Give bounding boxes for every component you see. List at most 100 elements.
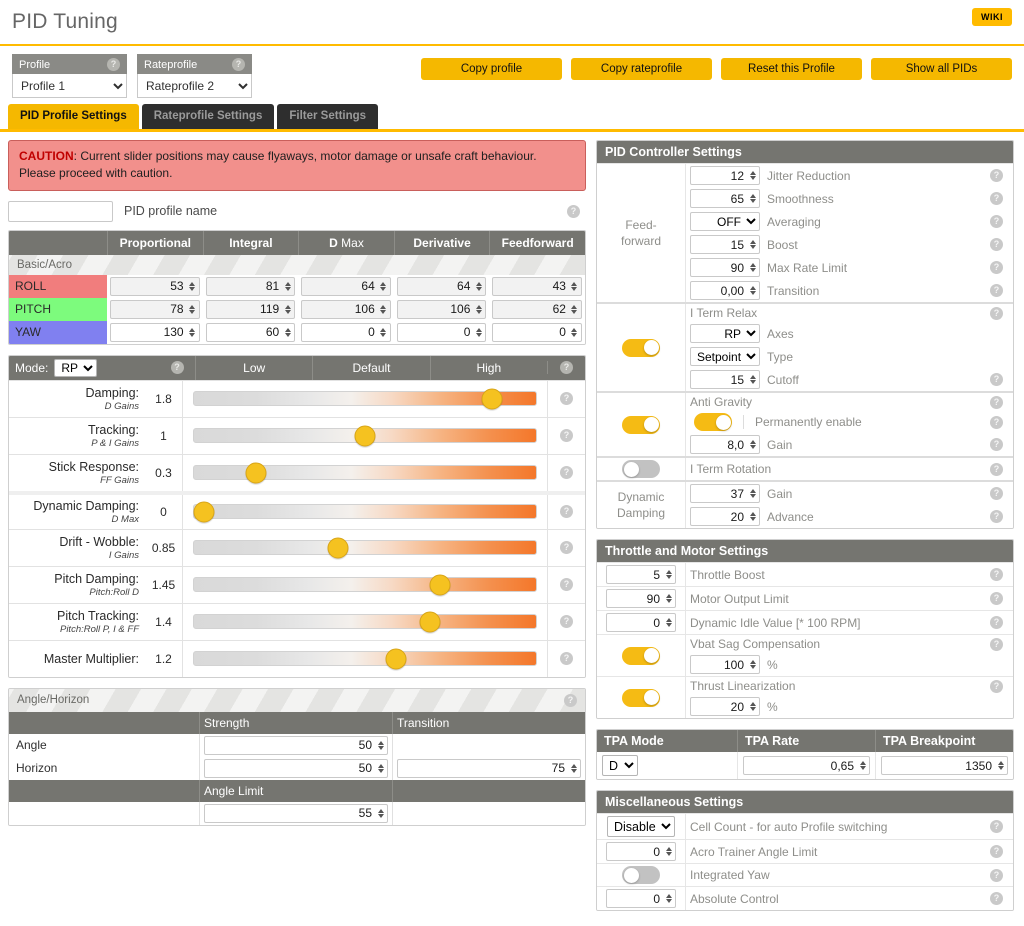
boost-stepper[interactable]: 15 — [690, 235, 760, 254]
slider-track-wrap[interactable] — [183, 604, 547, 640]
slider-track[interactable] — [193, 388, 537, 410]
help-icon[interactable]: ? — [232, 58, 245, 71]
vbat-sag-stepper[interactable]: 100 — [690, 655, 760, 674]
horizon-transition-stepper[interactable]: 75 — [397, 758, 581, 778]
slider-knob[interactable] — [429, 574, 451, 596]
help-icon[interactable]: ? — [990, 438, 1003, 451]
stepper-arrows[interactable] — [858, 760, 869, 771]
stepper-arrows[interactable] — [188, 304, 199, 315]
thrust-linearization-toggle[interactable] — [622, 688, 660, 707]
thrust-linearization-stepper[interactable]: 20 — [690, 697, 760, 716]
pitch-dmax-stepper[interactable]: 106 — [301, 299, 391, 319]
help-icon[interactable]: ? — [560, 578, 573, 592]
integrated-yaw-toggle[interactable] — [622, 866, 660, 884]
stepper-arrows[interactable] — [664, 846, 675, 857]
slider-knob[interactable] — [327, 537, 349, 559]
pid-profile-name-input[interactable] — [8, 200, 113, 222]
slider-knob[interactable] — [419, 611, 441, 633]
slider-track-wrap[interactable] — [183, 495, 547, 529]
dynamic-damping-advance-stepper[interactable]: 20 — [690, 507, 760, 526]
stepper-arrows[interactable] — [748, 488, 759, 499]
angle-strength-stepper[interactable]: 50 — [204, 735, 388, 755]
copy-rateprofile-button[interactable]: Copy rateprofile — [571, 58, 712, 80]
jitter-reduction-stepper[interactable]: 12 — [690, 166, 760, 185]
stepper-arrows[interactable] — [748, 439, 759, 450]
help-icon[interactable]: ? — [170, 361, 184, 375]
stepper-arrows[interactable] — [283, 281, 294, 292]
stepper-arrows[interactable] — [283, 304, 294, 315]
help-icon[interactable]: ? — [990, 215, 1003, 228]
stepper-arrows[interactable] — [664, 893, 675, 904]
stepper-arrows[interactable] — [379, 327, 390, 338]
help-icon[interactable]: ? — [560, 429, 573, 443]
roll-proportional-stepper[interactable]: 53 — [110, 276, 200, 296]
slider-track[interactable] — [193, 611, 537, 633]
help-icon[interactable]: ? — [560, 615, 573, 629]
dynamic-idle-value-stepper[interactable]: 0 — [606, 613, 676, 632]
copy-profile-button[interactable]: Copy profile — [421, 58, 562, 80]
iterm-relax-axes-select[interactable]: RP — [690, 324, 760, 343]
help-icon[interactable]: ? — [990, 820, 1003, 833]
anti-gravity-gain-stepper[interactable]: 8,0 — [690, 435, 760, 454]
slider-track-wrap[interactable] — [183, 567, 547, 603]
tpa-rate-stepper[interactable]: 0,65 — [743, 756, 870, 775]
stepper-arrows[interactable] — [376, 763, 387, 774]
iterm-rotation-toggle[interactable] — [622, 460, 660, 478]
yaw-integral-stepper[interactable]: 60 — [205, 322, 296, 342]
slider-track[interactable] — [193, 425, 537, 447]
help-icon[interactable]: ? — [990, 679, 1003, 693]
help-icon[interactable]: ? — [990, 592, 1003, 605]
slider-track-wrap[interactable] — [183, 455, 547, 491]
horizon-strength-stepper[interactable]: 50 — [204, 758, 388, 778]
profile-select[interactable]: Profile 1 — [12, 74, 127, 98]
help-icon[interactable]: ? — [990, 238, 1003, 251]
slider-knob[interactable] — [481, 388, 503, 410]
help-icon[interactable]: ? — [990, 892, 1003, 905]
stepper-arrows[interactable] — [748, 374, 759, 385]
stepper-arrows[interactable] — [570, 281, 581, 292]
help-icon[interactable]: ? — [990, 169, 1003, 182]
help-icon[interactable]: ? — [990, 284, 1003, 297]
stepper-arrows[interactable] — [664, 593, 675, 604]
pitch-integral-stepper[interactable]: 119 — [205, 299, 296, 319]
iterm-relax-type-select[interactable]: Setpoint — [690, 347, 760, 366]
help-icon[interactable]: ? — [990, 568, 1003, 581]
acro-trainer-stepper[interactable]: 0 — [606, 842, 676, 861]
stepper-arrows[interactable] — [664, 617, 675, 628]
help-icon[interactable]: ? — [560, 541, 573, 555]
show-all-pids-button[interactable]: Show all PIDs — [871, 58, 1012, 80]
help-icon[interactable]: ? — [990, 510, 1003, 523]
permanently-enable-toggle[interactable] — [694, 413, 732, 431]
vbat-sag-compensation-toggle[interactable] — [622, 646, 660, 665]
slider-track-wrap[interactable] — [183, 641, 547, 677]
help-icon[interactable]: ? — [990, 261, 1003, 274]
stepper-arrows[interactable] — [748, 285, 759, 296]
stepper-arrows[interactable] — [474, 281, 485, 292]
help-icon[interactable]: ? — [560, 505, 573, 519]
yaw-proportional-stepper[interactable]: 130 — [110, 322, 200, 342]
help-icon[interactable]: ? — [990, 192, 1003, 205]
stepper-arrows[interactable] — [748, 511, 759, 522]
slider-knob[interactable] — [193, 501, 215, 523]
help-icon[interactable]: ? — [567, 204, 580, 218]
roll-derivative-stepper[interactable]: 64 — [396, 276, 487, 296]
stepper-arrows[interactable] — [748, 239, 759, 250]
dynamic-damping-gain-stepper[interactable]: 37 — [690, 484, 760, 503]
absolute-control-stepper[interactable]: 0 — [606, 889, 676, 908]
cell-count-select[interactable]: Disable — [607, 816, 675, 837]
stepper-arrows[interactable] — [569, 763, 580, 774]
help-icon[interactable]: ? — [990, 868, 1003, 882]
slider-knob[interactable] — [385, 648, 407, 670]
stepper-arrows[interactable] — [664, 569, 675, 580]
help-icon[interactable]: ? — [559, 361, 573, 375]
iterm-relax-cutoff-stepper[interactable]: 15 — [690, 370, 760, 389]
tab-rateprofile-settings[interactable]: Rateprofile Settings — [141, 104, 275, 129]
pitch-feedforward-stepper[interactable]: 62 — [492, 299, 582, 319]
slider-knob[interactable] — [354, 425, 376, 447]
slider-track-wrap[interactable] — [183, 530, 547, 566]
stepper-arrows[interactable] — [474, 327, 485, 338]
yaw-derivative-stepper[interactable]: 0 — [396, 322, 487, 342]
rateprofile-select[interactable]: Rateprofile 2 — [137, 74, 252, 98]
stepper-arrows[interactable] — [748, 193, 759, 204]
stepper-arrows[interactable] — [376, 740, 387, 751]
